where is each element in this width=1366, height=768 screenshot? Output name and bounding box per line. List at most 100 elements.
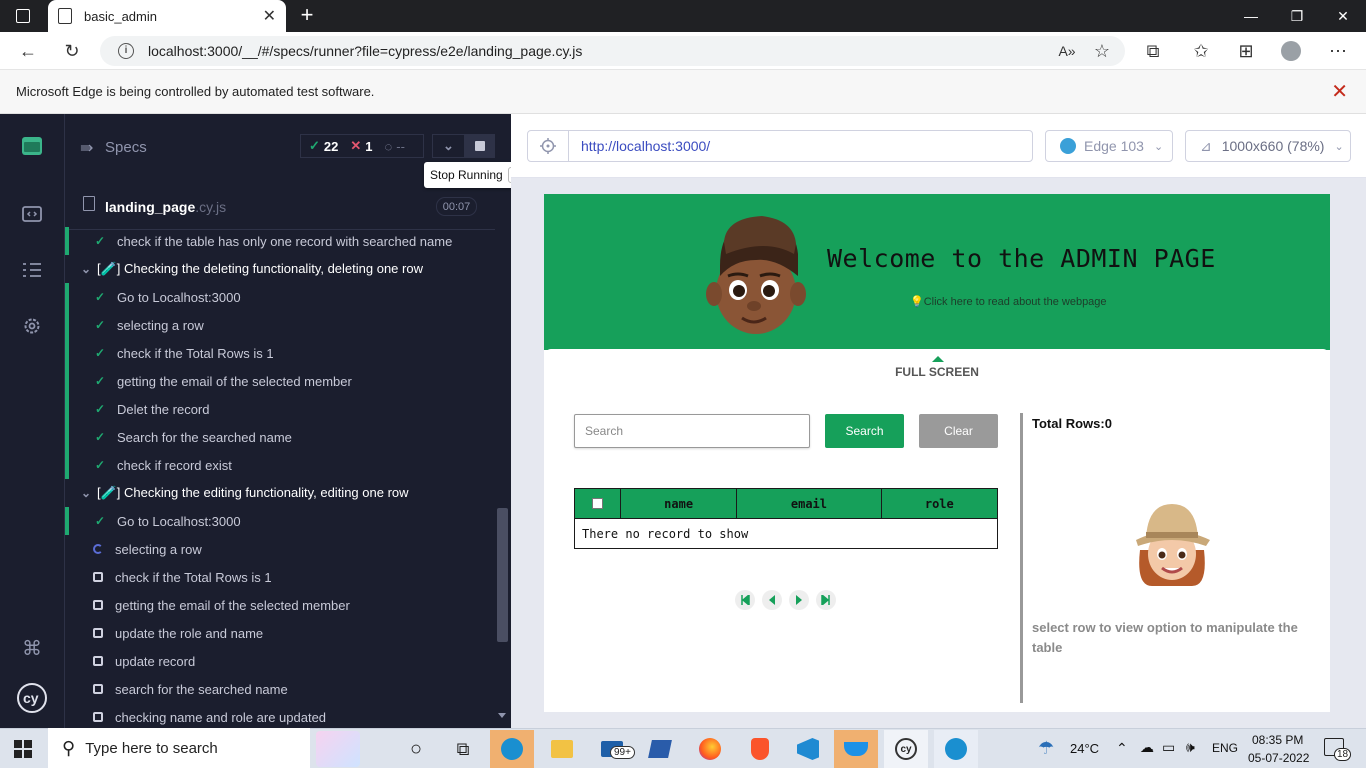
next-page-button[interactable] bbox=[789, 590, 809, 610]
pass-check-icon: ✓ bbox=[94, 318, 106, 332]
viewport-selector[interactable]: ⊿ 1000x660 (78%) ⌄ bbox=[1185, 130, 1351, 162]
suite-title[interactable]: ⌄ [🧪] Checking the deleting functionality… bbox=[65, 255, 495, 283]
taskbar-edge-icon[interactable] bbox=[490, 730, 534, 768]
add-favorite-icon[interactable]: ☆ bbox=[1090, 39, 1114, 63]
log-scrollbar[interactable] bbox=[495, 230, 511, 728]
read-about-link[interactable]: 💡Click here to read about the webpage bbox=[910, 295, 1107, 308]
settings-gear-icon[interactable] bbox=[20, 314, 44, 338]
specs-list-icon[interactable] bbox=[20, 258, 44, 282]
selector-playground-button[interactable] bbox=[527, 130, 569, 162]
page-icon bbox=[58, 8, 72, 24]
pass-check-icon: ✓ bbox=[94, 374, 106, 388]
tab-actions-icon[interactable] bbox=[16, 9, 30, 23]
infobar-close-icon[interactable]: ✕ bbox=[1331, 82, 1348, 102]
expand-collapse-button[interactable]: ⌄ bbox=[432, 134, 465, 158]
brave-icon[interactable] bbox=[738, 730, 782, 768]
search-input[interactable] bbox=[574, 414, 810, 448]
browser-tab[interactable]: basic_admin ✕ bbox=[48, 0, 286, 32]
test-line[interactable]: ✓ check if record exist bbox=[65, 451, 495, 479]
address-bar[interactable]: i localhost:3000/__/#/specs/runner?file=… bbox=[100, 36, 1125, 66]
close-window-button[interactable]: ✕ bbox=[1320, 0, 1366, 32]
new-tab-button[interactable]: + bbox=[296, 4, 318, 26]
suite-title[interactable]: ⌄ [🧪] Checking the editing functionality,… bbox=[65, 479, 495, 507]
task-view-icon[interactable]: ⧉ bbox=[441, 730, 485, 768]
column-header-email[interactable]: email bbox=[736, 488, 882, 519]
test-line[interactable]: ✓ Go to Localhost:3000 bbox=[65, 507, 495, 535]
collapse-arrow-icon[interactable] bbox=[932, 356, 944, 362]
onedrive-icon[interactable]: ☁ bbox=[1140, 739, 1154, 756]
show-hidden-icons[interactable]: ⌃ bbox=[1116, 740, 1128, 757]
docker-icon[interactable] bbox=[834, 730, 878, 768]
firefox-icon[interactable] bbox=[688, 730, 732, 768]
clock-time[interactable]: 08:35 PM bbox=[1252, 733, 1303, 747]
last-page-button[interactable] bbox=[816, 590, 836, 610]
search-button[interactable]: Search bbox=[825, 414, 904, 448]
test-line[interactable]: ✓ Delet the record bbox=[65, 395, 495, 423]
read-aloud-icon[interactable]: A» bbox=[1055, 39, 1079, 63]
cypress-logo-icon[interactable]: cy bbox=[16, 682, 48, 714]
keyboard-shortcuts-icon[interactable]: ⌘ bbox=[20, 636, 44, 660]
test-line[interactable]: ✓ selecting a row bbox=[65, 311, 495, 339]
specs-label: Specs bbox=[105, 139, 147, 156]
aut-url[interactable]: http://localhost:3000/ bbox=[568, 130, 1033, 162]
windows-start-icon[interactable] bbox=[14, 740, 32, 758]
vscode-icon[interactable] bbox=[786, 730, 830, 768]
test-line[interactable]: ✓ Go to Localhost:3000 bbox=[65, 283, 495, 311]
test-line[interactable]: ✓ check if the Total Rows is 1 bbox=[65, 339, 495, 367]
test-line[interactable]: check if the Total Rows is 1 bbox=[65, 563, 495, 591]
suite-title-text: [🧪] Checking the deleting functionality,… bbox=[97, 261, 423, 276]
select-all-checkbox[interactable] bbox=[592, 498, 603, 509]
extensions-icon[interactable]: ⧉ bbox=[1141, 39, 1165, 63]
first-page-button[interactable] bbox=[735, 590, 755, 610]
full-screen-toggle[interactable]: FULL SCREEN bbox=[544, 365, 1330, 379]
test-title-text: Go to Localhost:3000 bbox=[117, 513, 241, 529]
passed-count: 22 bbox=[323, 138, 339, 154]
mail-icon[interactable]: 99+ bbox=[590, 730, 635, 768]
edge-running-icon[interactable] bbox=[934, 730, 978, 768]
test-line[interactable]: search for the searched name bbox=[65, 675, 495, 703]
test-line[interactable]: ✓ Search for the searched name bbox=[65, 423, 495, 451]
back-icon[interactable]: ← bbox=[16, 39, 40, 63]
refresh-icon[interactable]: ↻ bbox=[60, 39, 84, 63]
test-line[interactable]: update record bbox=[65, 647, 495, 675]
cortana-icon[interactable]: ○ bbox=[394, 730, 438, 768]
collections-icon[interactable]: ⊞ bbox=[1234, 39, 1258, 63]
search-highlight-icon[interactable] bbox=[316, 731, 360, 767]
test-line[interactable]: checking name and role are updated bbox=[65, 703, 495, 731]
battery-icon[interactable]: ▭ bbox=[1162, 739, 1175, 756]
weather-icon[interactable]: ☂ bbox=[1038, 738, 1054, 759]
pending-box-icon bbox=[93, 712, 103, 722]
column-header-role[interactable]: role bbox=[880, 488, 999, 519]
minimize-button[interactable]: — bbox=[1228, 0, 1274, 32]
specs-toggle-icon[interactable]: ⇛ bbox=[80, 138, 93, 158]
clock-date[interactable]: 05-07-2022 bbox=[1248, 751, 1309, 765]
app-logo-icon[interactable] bbox=[20, 134, 44, 158]
file-explorer-icon[interactable] bbox=[540, 730, 584, 768]
volume-icon[interactable]: 🕪 bbox=[1186, 739, 1195, 756]
powershell-icon[interactable] bbox=[638, 730, 682, 768]
clear-button[interactable]: Clear bbox=[919, 414, 998, 448]
cypress-app-icon[interactable]: cy bbox=[884, 730, 928, 768]
stop-running-button[interactable] bbox=[465, 134, 495, 158]
favorites-icon[interactable]: ✩ bbox=[1189, 39, 1213, 63]
close-tab-icon[interactable]: ✕ bbox=[263, 6, 276, 26]
column-header-name[interactable]: name bbox=[619, 488, 738, 519]
pass-indicator-bar bbox=[65, 507, 69, 535]
runs-icon[interactable] bbox=[20, 202, 44, 226]
test-line[interactable]: update the role and name bbox=[65, 619, 495, 647]
scroll-down-icon[interactable] bbox=[498, 713, 506, 718]
test-line[interactable]: getting the email of the selected member bbox=[65, 591, 495, 619]
restore-button[interactable]: ❐ bbox=[1274, 0, 1320, 32]
profile-avatar[interactable] bbox=[1279, 39, 1303, 63]
temperature[interactable]: 24°C bbox=[1070, 741, 1099, 756]
site-info-icon[interactable]: i bbox=[118, 43, 134, 59]
prev-page-button[interactable] bbox=[762, 590, 782, 610]
test-line[interactable]: selecting a row bbox=[65, 535, 495, 563]
input-language[interactable]: ENG bbox=[1212, 741, 1238, 755]
browser-selector[interactable]: Edge 103 ⌄ bbox=[1045, 130, 1173, 162]
taskbar-search-box[interactable]: ⚲ Type here to search bbox=[48, 728, 310, 768]
test-line[interactable]: ✓ check if the table has only one record … bbox=[65, 227, 495, 255]
log-scrollbar-thumb[interactable] bbox=[497, 508, 508, 642]
more-menu-icon[interactable]: ⋯ bbox=[1326, 39, 1350, 63]
test-line[interactable]: ✓ getting the email of the selected membe… bbox=[65, 367, 495, 395]
